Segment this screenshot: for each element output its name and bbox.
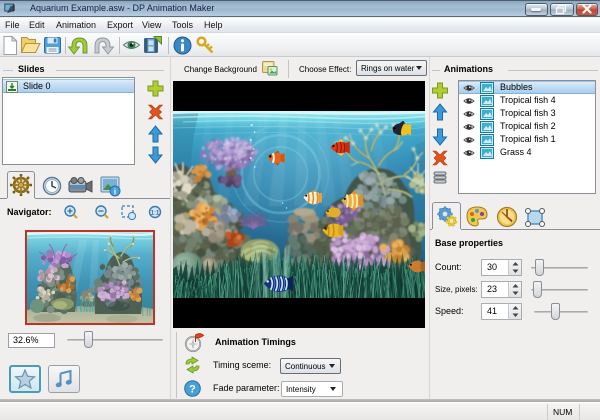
svg-text:i: i [114, 188, 116, 197]
svg-text:?: ? [189, 384, 196, 396]
svg-text:1:1: 1:1 [150, 210, 159, 217]
